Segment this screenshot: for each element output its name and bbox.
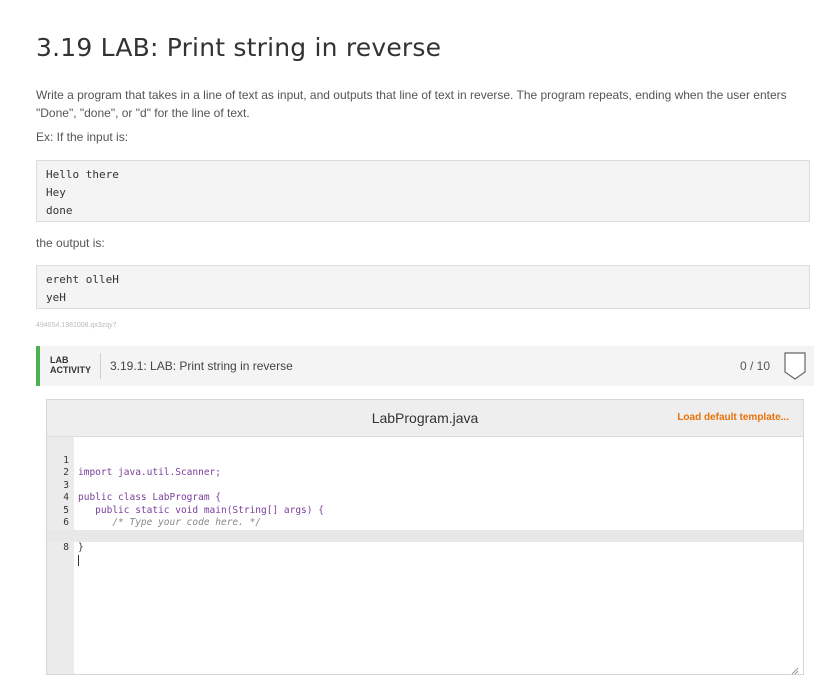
lab-description: Write a program that takes in a line of … — [36, 88, 787, 120]
example-input-block: Hello there Hey done — [36, 160, 810, 222]
score-label: 0 / 10 — [739, 359, 770, 373]
page-title: 3.19 LAB: Print string in reverse — [36, 33, 442, 62]
example-input-line: Hey — [46, 186, 66, 199]
activity-title: 3.19.1: LAB: Print string in reverse — [110, 359, 293, 373]
code-line[interactable]: 1 import java.util.Scanner; — [47, 442, 803, 479]
code-input-area[interactable]: 1 import java.util.Scanner; 2 3 public c… — [47, 442, 803, 566]
line-number: 8 — [63, 542, 69, 553]
activity-type-line: LAB — [50, 355, 69, 365]
divider — [100, 353, 101, 379]
output-label: the output is: — [36, 236, 105, 250]
text-cursor — [78, 554, 79, 566]
code-editor: LabProgram.java Load default template...… — [46, 399, 804, 675]
code-line[interactable]: 2 — [47, 455, 803, 478]
completion-badge-icon — [784, 352, 806, 380]
example-output-line: ereht olleH — [46, 273, 119, 286]
code-text — [78, 554, 79, 568]
activity-type-line: ACTIVITY — [50, 365, 92, 375]
editor-header: LabProgram.java Load default template... — [47, 400, 803, 437]
example-label: Ex: If the input is: — [36, 130, 129, 144]
activity-type-label: LAB ACTIVITY — [50, 355, 98, 375]
load-default-template-button[interactable]: Load default template... — [677, 412, 789, 423]
tracking-id: 494054.1981008.qx3zqy7 — [36, 322, 117, 329]
example-output-block: ereht olleH yeH — [36, 265, 810, 309]
example-output-line: yeH — [46, 291, 66, 304]
activity-header: LAB ACTIVITY 3.19.1: LAB: Print string i… — [36, 346, 814, 386]
example-input-line: done — [46, 204, 73, 217]
code-line[interactable]: 5 /* Type your code here. */ — [47, 492, 803, 529]
code-line[interactable]: 4 public static void main(String[] args)… — [47, 480, 803, 516]
resize-handle-icon[interactable] — [791, 662, 799, 675]
code-line[interactable]: 3 public class LabProgram { — [47, 467, 803, 504]
code-line[interactable]: 7 } — [47, 517, 803, 554]
code-line[interactable]: 6 } — [47, 505, 803, 541]
code-line-active[interactable]: 8 — [47, 529, 803, 566]
example-input-line: Hello there — [46, 168, 119, 181]
